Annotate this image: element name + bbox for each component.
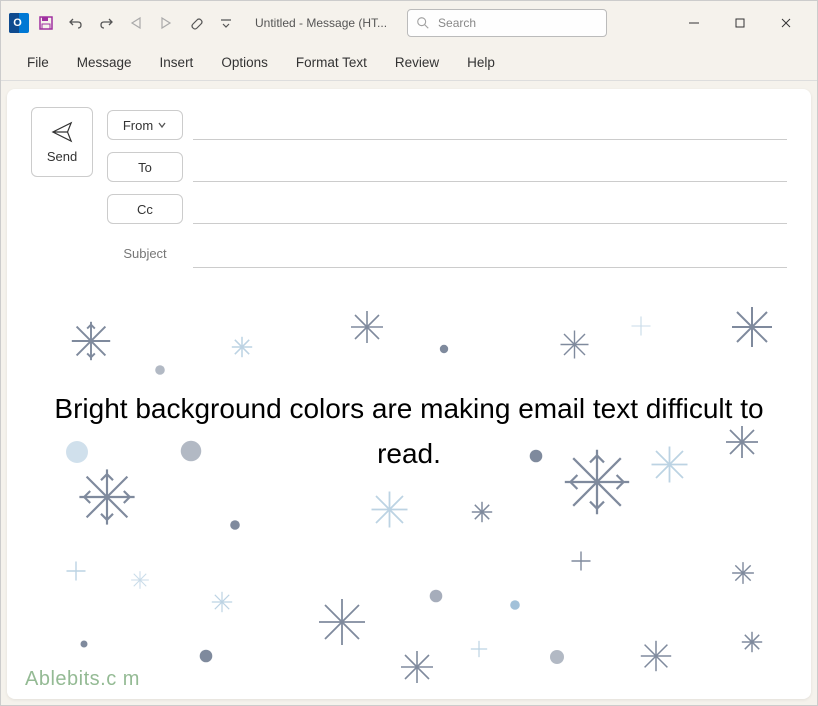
snowflake-icon — [567, 547, 595, 575]
next-item-button[interactable] — [153, 10, 179, 36]
snowflake-icon — [62, 557, 90, 585]
snowflake-icon — [547, 647, 567, 667]
compose-header: Send From To Cc Subject — [7, 89, 811, 277]
send-icon — [51, 121, 73, 143]
close-button[interactable] — [763, 7, 809, 39]
snowflake-icon — [227, 332, 257, 362]
snowflake-icon — [627, 312, 655, 340]
snowflake-icon — [152, 362, 168, 378]
window-controls — [671, 7, 809, 39]
snowflake-icon — [427, 587, 445, 605]
search-icon — [416, 16, 430, 30]
tab-review[interactable]: Review — [381, 47, 453, 78]
subject-label: Subject — [107, 246, 183, 261]
attach-file-button[interactable] — [183, 10, 209, 36]
snowflake-icon — [507, 597, 523, 613]
cc-input[interactable] — [193, 194, 787, 224]
watermark: Ablebits.c m — [25, 668, 140, 691]
compose-card: Send From To Cc Subject — [7, 89, 811, 699]
snowflake-icon — [127, 567, 153, 593]
quick-access-toolbar: O — [9, 10, 239, 36]
body-text: Bright background colors are making emai… — [7, 387, 811, 477]
tab-options[interactable]: Options — [207, 47, 282, 78]
snowflake-icon — [467, 637, 491, 661]
snowflake-icon — [67, 317, 115, 365]
search-placeholder: Search — [438, 16, 476, 30]
tab-format-text[interactable]: Format Text — [282, 47, 381, 78]
previous-item-button[interactable] — [123, 10, 149, 36]
send-button[interactable]: Send — [31, 107, 93, 177]
save-button[interactable] — [33, 10, 59, 36]
from-input[interactable] — [193, 110, 787, 140]
cc-button[interactable]: Cc — [107, 194, 183, 224]
snowflake-icon — [727, 302, 777, 352]
to-button[interactable]: To — [107, 152, 183, 182]
document-title: Untitled - Message (HT... — [255, 16, 387, 30]
ribbon-tabs: File Message Insert Options Format Text … — [1, 45, 817, 81]
customize-qat-button[interactable] — [213, 10, 239, 36]
redo-button[interactable] — [93, 10, 119, 36]
to-input[interactable] — [193, 152, 787, 182]
tab-file[interactable]: File — [13, 47, 63, 78]
tab-insert[interactable]: Insert — [146, 47, 208, 78]
snowflake-icon — [637, 637, 675, 675]
snowflake-icon — [437, 342, 451, 356]
outlook-app-icon: O — [9, 13, 29, 33]
snowflake-icon — [467, 497, 497, 527]
chevron-down-icon — [157, 120, 167, 130]
tab-message[interactable]: Message — [63, 47, 146, 78]
snowflake-icon — [227, 517, 243, 533]
snowflake-icon — [197, 647, 215, 665]
snowflake-icon — [727, 557, 759, 589]
snowflake-icon — [557, 327, 592, 362]
minimize-button[interactable] — [671, 7, 717, 39]
message-body[interactable]: Bright background colors are making emai… — [7, 287, 811, 697]
snowflake-icon — [77, 637, 91, 651]
maximize-button[interactable] — [717, 7, 763, 39]
undo-button[interactable] — [63, 10, 89, 36]
snowflake-icon — [367, 487, 412, 532]
snowflake-icon — [347, 307, 387, 347]
tab-help[interactable]: Help — [453, 47, 509, 78]
from-button[interactable]: From — [107, 110, 183, 140]
search-box[interactable]: Search — [407, 9, 607, 37]
title-bar: O Untitled - Message (HT... Search — [1, 1, 817, 45]
subject-input[interactable] — [193, 238, 787, 268]
snowflake-icon — [207, 587, 237, 617]
snowflake-icon — [397, 647, 437, 687]
snowflake-icon — [317, 597, 367, 647]
snowflake-icon — [737, 627, 767, 657]
